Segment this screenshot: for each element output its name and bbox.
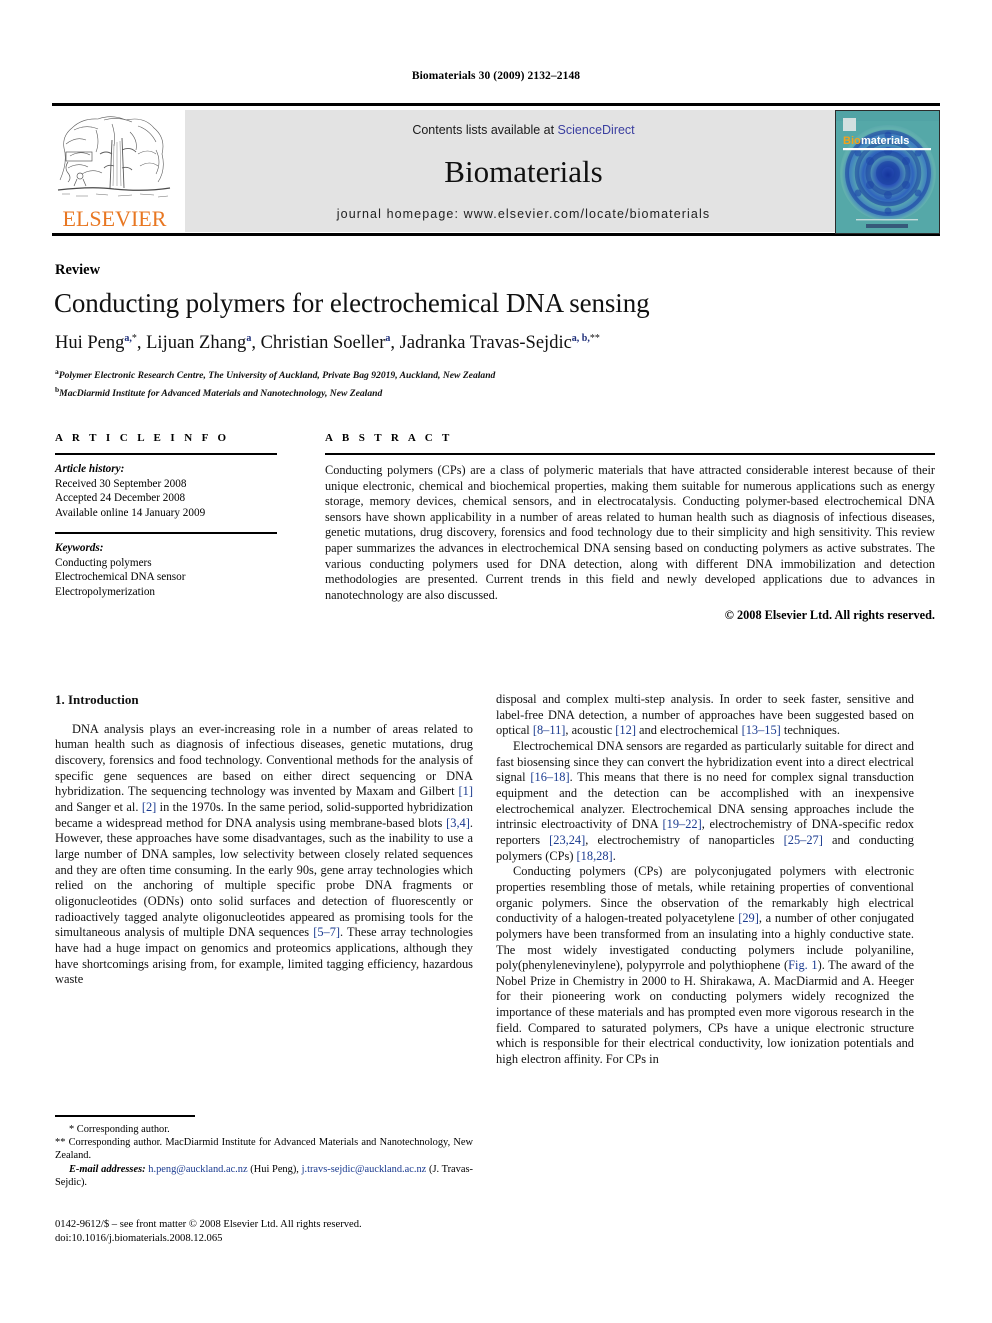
citation-ref[interactable]: [16–18] (530, 770, 569, 784)
elsevier-tree-icon (54, 112, 175, 203)
footnote-corresponding-author: * Corresponding author. (69, 1123, 170, 1135)
contents-available-line: Contents lists available at ScienceDirec… (185, 123, 862, 137)
article-info-rule (55, 453, 277, 455)
abstract-rule (325, 453, 935, 455)
page-title: Conducting polymers for electrochemical … (54, 288, 650, 318)
article-info-separator (55, 532, 277, 534)
email-owner-1: (Hui Peng), (250, 1163, 299, 1175)
citation-ref[interactable]: [5–7] (313, 925, 340, 939)
citation-ref[interactable]: [23,24] (549, 833, 585, 847)
history-item: Received 30 September 2008 (55, 477, 187, 490)
citation-ref[interactable]: [2] (142, 800, 156, 814)
body-paragraph: DNA analysis plays an ever-increasing ro… (55, 721, 474, 987)
body-paragraph: Conducting polymers (CPs) are polyconjug… (496, 864, 914, 1067)
article-info-heading: A R T I C L E I N F O (55, 432, 230, 444)
keywords-label: Keywords: (55, 541, 104, 554)
figure-ref[interactable]: Fig. 1 (788, 958, 817, 972)
footnotes-block: * Corresponding author. ** Corresponding… (55, 1115, 473, 1190)
affiliations: aPolymer Electronic Research Centre, The… (55, 365, 935, 400)
keyword-item: Electropolymerization (55, 585, 156, 598)
article-history-group: Article history: Received 30 September 2… (55, 462, 277, 520)
history-item: Available online 14 January 2009 (55, 506, 206, 519)
body-paragraph: Electrochemical DNA sensors are regarded… (496, 738, 914, 863)
journal-homepage-link[interactable]: journal homepage: www.elsevier.com/locat… (185, 207, 862, 221)
citation-ref[interactable]: [8–11] (533, 723, 566, 737)
keyword-item: Conducting polymers (55, 556, 152, 569)
email-link-2[interactable]: j.travs-sejdic@auckland.ac.nz (302, 1164, 427, 1175)
affiliation-text: MacDiarmid Institute for Advanced Materi… (59, 387, 383, 399)
abstract-copyright: © 2008 Elsevier Ltd. All rights reserved… (724, 608, 935, 623)
imprint-frontmatter: 0142-9612/$ – see front matter © 2008 El… (55, 1219, 362, 1230)
article-info-panel: A R T I C L E I N F O Article history: R… (55, 432, 277, 599)
keyword-item: Electrochemical DNA sensor (55, 571, 186, 584)
body-column-left: 1. Introduction DNA analysis plays an ev… (55, 692, 473, 988)
history-item: Accepted 24 December 2008 (55, 492, 186, 505)
article-type-kicker: Review (55, 262, 101, 278)
paper-page: Biomaterials 30 (2009) 2132–2148 ELSEVIE… (0, 0, 992, 1323)
journal-cover-art-icon: Bio materials (836, 111, 939, 233)
section-heading-introduction: 1. Introduction (55, 692, 139, 707)
masthead-rule-top (52, 103, 940, 106)
citation-ref[interactable]: [18,28] (577, 849, 613, 863)
affiliation-text: Polymer Electronic Research Centre, The … (58, 370, 496, 382)
journal-cover-thumbnail: Bio materials (835, 110, 940, 234)
citation-ref[interactable]: [29] (738, 911, 759, 925)
imprint-doi: doi:10.1016/j.biomaterials.2008.12.065 (55, 1233, 223, 1244)
contents-band: Contents lists available at ScienceDirec… (185, 110, 862, 232)
journal-title: Biomaterials (444, 154, 603, 189)
abstract-text: Conducting polymers (CPs) are a class of… (325, 463, 935, 602)
keywords-group: Keywords: Conducting polymers Electroche… (55, 541, 277, 599)
citation-ref[interactable]: [1] (459, 784, 473, 798)
imprint-block: 0142-9612/$ – see front matter © 2008 El… (55, 1218, 495, 1246)
elsevier-wordmark: ELSEVIER (62, 206, 167, 231)
article-history-label: Article history: (55, 463, 125, 475)
masthead-rule-bottom (52, 233, 940, 236)
footnote-rule (55, 1115, 195, 1117)
elsevier-logo: ELSEVIER (52, 110, 177, 232)
svg-text:Bio: Bio (843, 135, 861, 147)
running-head: Biomaterials 30 (2009) 2132–2148 (411, 70, 581, 82)
citation-ref[interactable]: [25–27] (784, 833, 823, 847)
body-paragraph: disposal and complex multi-step analysis… (496, 692, 914, 738)
footnote-corresponding-author-2: ** Corresponding author. MacDiarmid Inst… (55, 1137, 473, 1162)
citation-ref[interactable]: [19–22] (663, 817, 702, 831)
affiliation-line: bMacDiarmid Institute for Advanced Mater… (55, 383, 935, 401)
footnote-emails: E-mail addresses: h.peng@auckland.ac.nz … (55, 1163, 473, 1190)
affiliation-line: aPolymer Electronic Research Centre, The… (55, 365, 935, 383)
sciencedirect-link[interactable]: ScienceDirect (558, 123, 635, 137)
svg-text:materials: materials (861, 135, 909, 147)
contents-prefix: Contents lists available at (412, 123, 558, 137)
abstract-heading: A B S T R A C T (325, 432, 453, 444)
author-list: Hui Penga,*, Lijuan Zhanga, Christian So… (55, 333, 600, 354)
journal-masthead: ELSEVIER Contents lists available at Sci… (52, 103, 940, 236)
email-link-1[interactable]: h.peng@auckland.ac.nz (148, 1164, 247, 1175)
abstract-panel: A B S T R A C T Conducting polymers (CPs… (325, 432, 935, 623)
email-label: E-mail addresses: (69, 1163, 146, 1175)
citation-ref[interactable]: [12] (615, 723, 636, 737)
citation-ref[interactable]: [3,4] (446, 816, 470, 830)
body-column-right: disposal and complex multi-step analysis… (496, 692, 914, 1068)
citation-ref[interactable]: [13–15] (742, 723, 781, 737)
